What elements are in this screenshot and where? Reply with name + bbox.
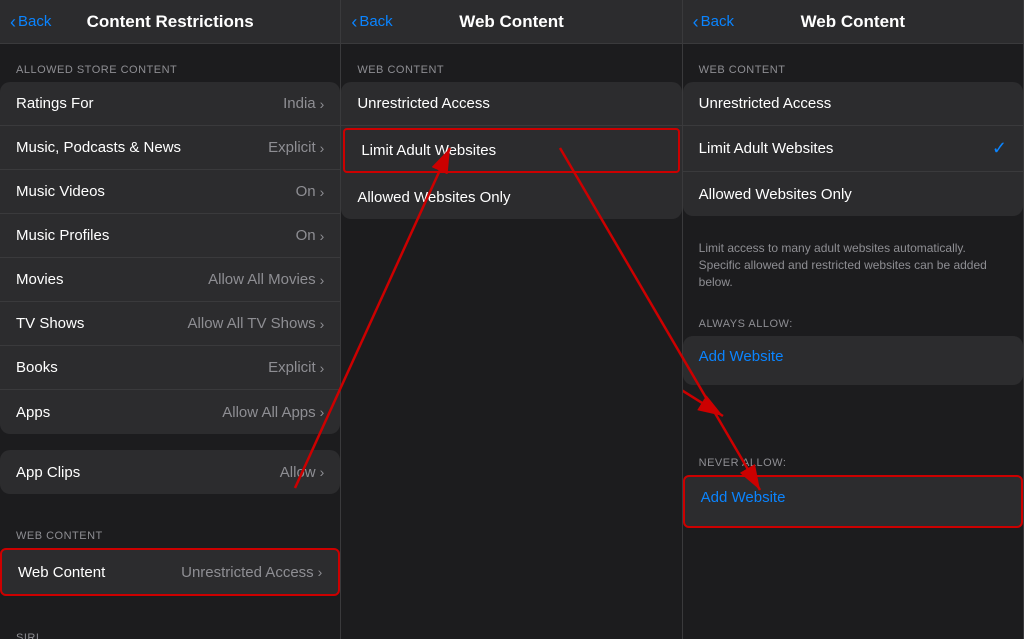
books-label: Books — [16, 359, 58, 376]
allowed-store-group: Ratings For India › Music, Podcasts & Ne… — [0, 82, 340, 434]
panel2-allowed-websites-label: Allowed Websites Only — [357, 189, 510, 206]
web-content-label: Web Content — [18, 564, 105, 581]
never-allow-group: Add Website — [683, 475, 1023, 528]
list-item-web-content[interactable]: Web Content Unrestricted Access › — [2, 550, 338, 594]
chevron-icon: › — [320, 272, 325, 288]
chevron-icon: › — [320, 464, 325, 480]
panel3-description: Limit access to many adult websites auto… — [683, 232, 1023, 302]
list-item-movies[interactable]: Movies Allow All Movies › — [0, 258, 340, 302]
checkmark-icon: ✓ — [992, 138, 1007, 159]
nav-bar-2: ‹ Back Web Content — [341, 0, 681, 44]
list-item-apps[interactable]: Apps Allow All Apps › — [0, 390, 340, 434]
chevron-icon: › — [320, 228, 325, 244]
back-label-1: Back — [18, 13, 51, 30]
music-videos-label: Music Videos — [16, 183, 105, 200]
music-podcasts-value: Explicit › — [268, 139, 324, 156]
chevron-icon: › — [320, 360, 325, 376]
tv-shows-value: Allow All TV Shows › — [188, 315, 325, 332]
panel2-section-header: WEB CONTENT — [341, 44, 681, 82]
nav-bar-1: ‹ Back Content Restrictions — [0, 0, 340, 44]
panel2-limit-adult-label: Limit Adult Websites — [361, 142, 496, 159]
panel3-content: WEB CONTENT Unrestricted Access Limit Ad… — [683, 44, 1023, 639]
apps-value: Allow All Apps › — [222, 404, 324, 421]
list-item-ratings[interactable]: Ratings For India › — [0, 82, 340, 126]
list-item-books[interactable]: Books Explicit › — [0, 346, 340, 390]
panel3-section-header: WEB CONTENT — [683, 44, 1023, 82]
always-allow-header: ALWAYS ALLOW: — [683, 302, 1023, 336]
nav-title-3: Web Content — [801, 12, 906, 32]
list-item-music-videos[interactable]: Music Videos On › — [0, 170, 340, 214]
panel-web-content-right: ‹ Back Web Content WEB CONTENT Unrestric… — [683, 0, 1024, 639]
nav-title-1: Content Restrictions — [87, 12, 254, 32]
add-website-always-allow[interactable]: Add Website — [683, 336, 1023, 377]
panel3-web-content-group: Unrestricted Access Limit Adult Websites… — [683, 82, 1023, 216]
movies-label: Movies — [16, 271, 64, 288]
add-website-always-label: Add Website — [699, 348, 784, 365]
back-label-3: Back — [701, 13, 734, 30]
panel3-allowed-websites-label: Allowed Websites Only — [699, 186, 852, 203]
chevron-left-icon-1: ‹ — [10, 13, 16, 31]
arrow-spacer — [683, 401, 1023, 441]
list-item-music-profiles[interactable]: Music Profiles On › — [0, 214, 340, 258]
ratings-value: India › — [283, 95, 324, 112]
section-header-web-content: WEB CONTENT — [0, 510, 340, 548]
panel3-limit-adult-label: Limit Adult Websites — [699, 140, 834, 157]
panel2-limit-adult[interactable]: Limit Adult Websites — [343, 128, 679, 173]
panel2-web-content-group: Unrestricted Access Limit Adult Websites… — [341, 82, 681, 219]
back-button-3[interactable]: ‹ Back — [693, 13, 734, 31]
web-content-group: Web Content Unrestricted Access › — [0, 548, 340, 596]
web-content-value: Unrestricted Access › — [181, 564, 322, 581]
list-item-tv-shows[interactable]: TV Shows Allow All TV Shows › — [0, 302, 340, 346]
panel3-limit-adult[interactable]: Limit Adult Websites ✓ — [683, 126, 1023, 172]
app-clips-group: App Clips Allow › — [0, 450, 340, 494]
list-item-app-clips[interactable]: App Clips Allow › — [0, 450, 340, 494]
back-label-2: Back — [359, 13, 392, 30]
app-clips-value: Allow › — [280, 464, 325, 481]
chevron-icon: › — [320, 404, 325, 420]
panel-web-content-middle: ‹ Back Web Content WEB CONTENT Unrestric… — [341, 0, 682, 639]
app-clips-label: App Clips — [16, 464, 80, 481]
always-allow-group: Add Website — [683, 336, 1023, 385]
panel2-unrestricted-label: Unrestricted Access — [357, 95, 490, 112]
tv-shows-label: TV Shows — [16, 315, 84, 332]
never-allow-header: NEVER ALLOW: — [683, 441, 1023, 475]
panel1-content: ALLOWED STORE CONTENT Ratings For India … — [0, 44, 340, 639]
panel3-allowed-websites[interactable]: Allowed Websites Only — [683, 172, 1023, 216]
nav-bar-3: ‹ Back Web Content — [683, 0, 1023, 44]
panel-content-restrictions: ‹ Back Content Restrictions ALLOWED STOR… — [0, 0, 341, 639]
panel3-unrestricted-label: Unrestricted Access — [699, 95, 832, 112]
chevron-icon: › — [320, 316, 325, 332]
section-header-siri: SIRI — [0, 612, 340, 639]
chevron-left-icon-3: ‹ — [693, 13, 699, 31]
ratings-label: Ratings For — [16, 95, 94, 112]
music-videos-value: On › — [296, 183, 325, 200]
back-button-2[interactable]: ‹ Back — [351, 13, 392, 31]
add-website-never-label: Add Website — [701, 489, 786, 506]
panel2-allowed-websites[interactable]: Allowed Websites Only — [341, 175, 681, 219]
music-podcasts-label: Music, Podcasts & News — [16, 139, 181, 156]
add-website-never-allow[interactable]: Add Website — [685, 477, 1021, 518]
music-profiles-label: Music Profiles — [16, 227, 109, 244]
panel3-unrestricted-access[interactable]: Unrestricted Access — [683, 82, 1023, 126]
list-item-music-podcasts[interactable]: Music, Podcasts & News Explicit › — [0, 126, 340, 170]
nav-title-2: Web Content — [459, 12, 564, 32]
section-header-allowed-store: ALLOWED STORE CONTENT — [0, 44, 340, 82]
chevron-icon: › — [318, 564, 323, 580]
back-button-1[interactable]: ‹ Back — [10, 13, 51, 31]
chevron-icon: › — [320, 140, 325, 156]
books-value: Explicit › — [268, 359, 324, 376]
apps-label: Apps — [16, 404, 50, 421]
chevron-icon: › — [320, 184, 325, 200]
chevron-icon: › — [320, 96, 325, 112]
panel2-content: WEB CONTENT Unrestricted Access Limit Ad… — [341, 44, 681, 639]
chevron-left-icon-2: ‹ — [351, 13, 357, 31]
music-profiles-value: On › — [296, 227, 325, 244]
panel2-unrestricted-access[interactable]: Unrestricted Access — [341, 82, 681, 126]
movies-value: Allow All Movies › — [208, 271, 324, 288]
